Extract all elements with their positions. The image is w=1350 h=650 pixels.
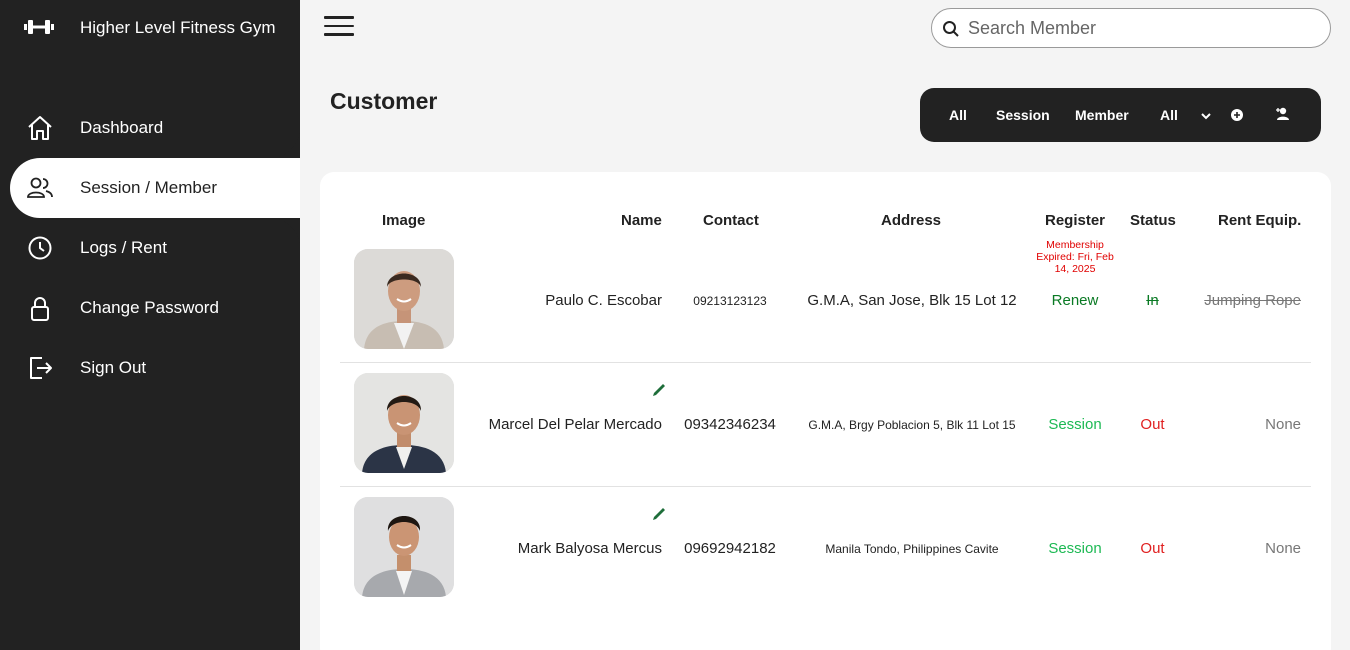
filter-select[interactable]: All xyxy=(1160,107,1178,123)
sidebar-item-logs-rent[interactable]: Logs / Rent xyxy=(0,218,300,278)
column-header-name: Name xyxy=(621,212,662,229)
add-user-icon[interactable] xyxy=(1275,106,1291,122)
search-input[interactable] xyxy=(968,15,1318,41)
customer-name: Mark Balyosa Mercus xyxy=(517,540,662,557)
edit-pencil-icon[interactable] xyxy=(651,506,667,522)
clock-icon xyxy=(26,234,54,262)
status-badge: Out xyxy=(1140,540,1165,557)
customer-address: Manila Tondo, Philippines Cavite xyxy=(825,542,999,556)
sidebar-item-sign-out[interactable]: Sign Out xyxy=(0,338,300,398)
main-content: Customer All Session Member All Image Na… xyxy=(300,0,1350,650)
table-row: Marcel Del Pelar Mercado 09342346234 G.M… xyxy=(340,361,1311,485)
lock-icon xyxy=(26,294,54,322)
brand: Higher Level Fitness Gym xyxy=(24,14,276,40)
filter-member-button[interactable]: Member xyxy=(1075,107,1129,123)
status-badge: Out xyxy=(1140,416,1165,433)
sidebar-item-dashboard[interactable]: Dashboard xyxy=(0,98,300,158)
column-header-contact: Contact xyxy=(703,212,759,229)
edit-pencil-icon[interactable] xyxy=(651,382,667,398)
customer-contact: 09213123123 xyxy=(693,294,767,308)
customer-table-card: Image Name Contact Address Register Stat… xyxy=(320,172,1331,650)
sidebar-item-label: Dashboard xyxy=(80,118,164,137)
customer-name: Marcel Del Pelar Mercado xyxy=(488,416,662,433)
sidebar-item-label: Sign Out xyxy=(80,358,147,377)
sidebar-item-label: Change Password xyxy=(80,298,219,317)
sign-out-icon xyxy=(26,354,54,382)
customer-address: G.M.A, Brgy Poblacion 5, Blk 11 Lot 15 xyxy=(808,418,1016,432)
filter-select-value: All xyxy=(1160,107,1178,123)
customer-address: G.M.A, San Jose, Blk 15 Lot 12 xyxy=(807,292,1017,309)
table-row: Paulo C. Escobar 09213123123 G.M.A, San … xyxy=(340,237,1311,361)
column-header-image: Image xyxy=(382,212,426,229)
users-icon xyxy=(26,174,54,202)
column-header-status: Status xyxy=(1130,212,1176,229)
session-button[interactable]: Session xyxy=(1030,416,1120,433)
app-title: Higher Level Fitness Gym xyxy=(80,18,276,37)
column-header-register: Register xyxy=(1045,212,1106,229)
sidebar-item-label: Session / Member xyxy=(80,178,217,197)
customer-contact: 09692942182 xyxy=(684,540,776,557)
customer-contact: 09342346234 xyxy=(684,416,776,433)
page-title: Customer xyxy=(330,88,438,114)
rent-equipment: None xyxy=(1265,416,1301,433)
home-icon xyxy=(26,114,54,142)
filter-all-button[interactable]: All xyxy=(949,107,967,123)
status-badge: In xyxy=(1146,292,1159,309)
customer-name: Paulo C. Escobar xyxy=(545,292,662,309)
filter-bar: All Session Member All xyxy=(920,88,1321,142)
search-box xyxy=(931,8,1331,48)
sidebar-item-label: Logs / Rent xyxy=(80,238,167,257)
sidebar-item-change-password[interactable]: Change Password xyxy=(0,278,300,338)
rent-equipment: None xyxy=(1265,540,1301,557)
sidebar-item-session-member[interactable]: Session / Member xyxy=(10,158,300,218)
plus-circle-icon[interactable] xyxy=(1229,107,1245,123)
filter-session-button[interactable]: Session xyxy=(996,107,1050,123)
column-header-address: Address xyxy=(881,212,942,229)
session-button[interactable]: Session xyxy=(1030,540,1120,557)
column-header-rent-equip: Rent Equip. xyxy=(1218,212,1302,229)
renew-button[interactable]: Renew xyxy=(1030,292,1120,309)
search-icon xyxy=(943,21,959,37)
hamburger-menu-icon[interactable] xyxy=(324,16,356,40)
chevron-down-icon[interactable] xyxy=(1198,108,1214,124)
dumbbell-icon xyxy=(24,14,56,40)
table-row: Mark Balyosa Mercus 09692942182 Manila T… xyxy=(340,485,1311,609)
membership-expired-notice: Membership Expired: Fri, Feb 14, 2025 xyxy=(1036,239,1114,275)
rent-equipment: Jumping Rope xyxy=(1204,292,1301,309)
